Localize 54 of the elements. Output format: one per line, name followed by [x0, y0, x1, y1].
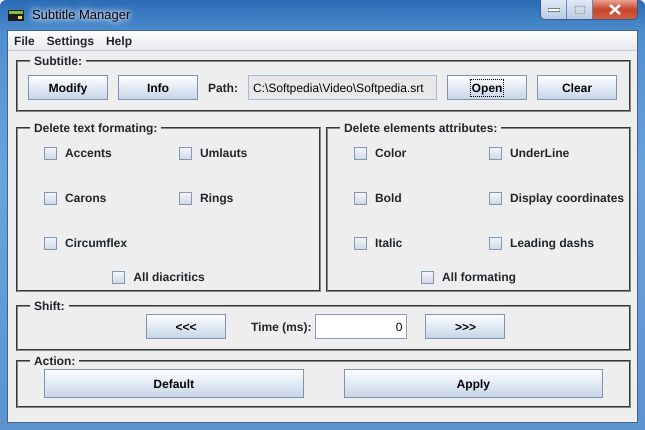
button[interactable]: Default [44, 369, 304, 398]
path-field[interactable]: C:\Softpedia\Video\Softpedia.srt [248, 75, 437, 100]
checkbox-label: Carons [65, 190, 106, 207]
checkbox-label: Circumflex [65, 235, 128, 252]
checkbox-label: All formating [442, 269, 516, 286]
group-title: Delete elements attributes: [343, 122, 498, 134]
window-title: Subtitle Manager [32, 6, 130, 24]
minimize-icon [548, 8, 560, 12]
checkbox[interactable] [179, 192, 192, 204]
button[interactable]: Clear [537, 75, 617, 100]
checkbox-label: Accents [65, 145, 112, 162]
checkbox[interactable] [354, 236, 367, 250]
maximize-button[interactable] [567, 0, 593, 19]
checkbox[interactable] [44, 192, 57, 204]
time-label: Time (ms): [251, 318, 312, 336]
checkbox-label: Display coordinates [510, 190, 624, 207]
checkbox[interactable] [44, 236, 57, 250]
time-field[interactable]: 0 [315, 314, 408, 339]
app-icon [8, 9, 24, 21]
menu-item[interactable]: Help [106, 32, 132, 50]
checkbox-label: All diacritics [133, 269, 205, 286]
group-title: Subtitle: [33, 55, 83, 67]
checkbox-label: Italic [375, 235, 402, 252]
checkbox[interactable] [179, 146, 192, 160]
button[interactable]: Apply [344, 369, 603, 398]
back-button[interactable]: <<< [146, 314, 226, 339]
checkbox[interactable] [354, 146, 367, 160]
forward-button[interactable]: >>> [425, 314, 506, 339]
close-button[interactable] [593, 0, 637, 19]
checkbox-label: Leading dashs [510, 235, 594, 252]
group-title: Delete text formating: [33, 122, 158, 134]
path-label: Path: [208, 80, 238, 96]
maximize-icon [574, 4, 586, 14]
close-icon [609, 4, 621, 15]
checkbox-label: Umlauts [200, 145, 248, 162]
checkbox[interactable] [421, 270, 434, 284]
checkbox[interactable] [44, 146, 57, 160]
checkbox[interactable] [489, 236, 502, 250]
checkbox-label: UnderLine [510, 145, 570, 162]
menu-item[interactable]: Settings [46, 32, 94, 50]
group-title: Action: [33, 355, 76, 367]
menu-item[interactable]: File [14, 32, 35, 50]
checkbox[interactable] [112, 270, 126, 284]
button[interactable]: Modify [28, 75, 108, 100]
checkbox[interactable] [489, 146, 502, 160]
button[interactable]: Open [447, 75, 527, 100]
button[interactable]: Info [118, 75, 198, 100]
checkbox[interactable] [489, 192, 502, 204]
checkbox-label: Color [375, 145, 406, 162]
checkbox[interactable] [354, 192, 367, 204]
checkbox-label: Bold [375, 190, 402, 207]
minimize-button[interactable] [541, 0, 567, 19]
group-title: Shift: [33, 300, 66, 312]
checkbox-label: Rings [200, 190, 234, 207]
